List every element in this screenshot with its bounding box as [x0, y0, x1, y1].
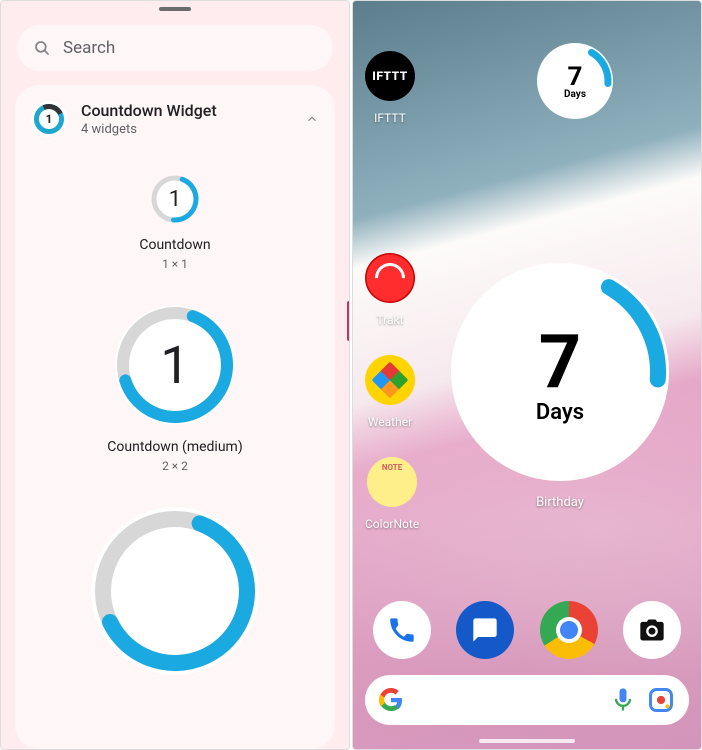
scroll-indicator-icon [347, 301, 350, 341]
app-weather[interactable]: Weather [365, 355, 415, 430]
widget-value: 7 [568, 62, 583, 92]
widget-app-title: Countdown Widget [81, 101, 305, 120]
search-icon [33, 39, 51, 57]
app-label: Weather [368, 415, 412, 429]
nav-gesture-bar[interactable] [479, 739, 575, 743]
trakt-app-icon [365, 253, 415, 303]
widget-value: 7 [539, 319, 581, 406]
google-search-bar[interactable] [365, 675, 689, 725]
app-label: Trakt [376, 313, 403, 327]
countdown-app-icon: 1 [31, 101, 67, 137]
dock-phone[interactable] [373, 601, 431, 659]
preview-size: 1 × 1 [162, 257, 188, 271]
app-label: IFTTT [374, 111, 406, 125]
countdown-widget-big[interactable]: 7 Days [451, 263, 669, 481]
lens-icon[interactable] [647, 686, 675, 714]
widget-caption: Birthday [451, 495, 669, 510]
ring-large-preview [91, 507, 259, 675]
widget-picker-pane: Search 1 Countdown Widget 4 widgets 1 [0, 0, 350, 750]
colornote-app-icon [367, 457, 417, 507]
widget-app-subtitle: 4 widgets [81, 122, 305, 137]
widget-preview-list: 1 Countdown 1 × 1 1 Countdown (medium) 2… [15, 145, 335, 749]
ifttt-badge-text: IFTTT [372, 69, 407, 83]
home-screen-pane: IFTTT IFTTT Trakt Weather ColorNote 7 Da… [352, 0, 702, 750]
preview-label: Countdown (medium) [107, 439, 242, 455]
countdown-widget-small[interactable]: 7 Days [537, 43, 613, 119]
preview-size: 2 × 2 [162, 459, 188, 473]
widget-search-bar[interactable]: Search [17, 25, 333, 71]
app-icon-value: 1 [46, 112, 53, 126]
phone-icon [388, 616, 416, 644]
messages-icon [471, 616, 499, 644]
widget-app-card: 1 Countdown Widget 4 widgets 1 Countdown… [15, 85, 335, 749]
widget-preview-small[interactable]: 1 Countdown 1 × 1 [139, 175, 210, 271]
preview-label: Countdown [139, 237, 210, 253]
widget-unit: Days [564, 89, 586, 100]
mic-icon[interactable] [609, 686, 637, 714]
chevron-up-icon [305, 112, 319, 126]
widget-unit: Days [536, 400, 584, 425]
search-placeholder: Search [63, 38, 115, 58]
app-ifttt[interactable]: IFTTT IFTTT [365, 51, 415, 126]
dock [365, 601, 689, 659]
google-g-icon [379, 688, 403, 712]
ring-medium-preview: 1 [115, 305, 235, 425]
dock-camera[interactable] [623, 601, 681, 659]
app-colornote[interactable]: ColorNote [365, 457, 419, 532]
sheet-handle-area[interactable] [1, 1, 349, 11]
widget-app-header[interactable]: 1 Countdown Widget 4 widgets [15, 85, 335, 145]
ifttt-app-icon: IFTTT [365, 51, 415, 101]
app-trakt[interactable]: Trakt [365, 253, 415, 328]
countdown-ring-icon [91, 507, 259, 675]
preview-value: 1 [160, 335, 189, 396]
dock-messages[interactable] [456, 601, 514, 659]
app-label: ColorNote [365, 517, 419, 531]
camera-icon [638, 616, 666, 644]
preview-value: 1 [169, 187, 181, 212]
dock-chrome[interactable] [540, 601, 598, 659]
weather-app-icon [365, 355, 415, 405]
drag-handle-icon[interactable] [159, 7, 191, 11]
widget-preview-medium[interactable]: 1 Countdown (medium) 2 × 2 [107, 305, 242, 473]
widget-preview-large[interactable] [91, 507, 259, 675]
ring-small-preview: 1 [151, 175, 199, 223]
